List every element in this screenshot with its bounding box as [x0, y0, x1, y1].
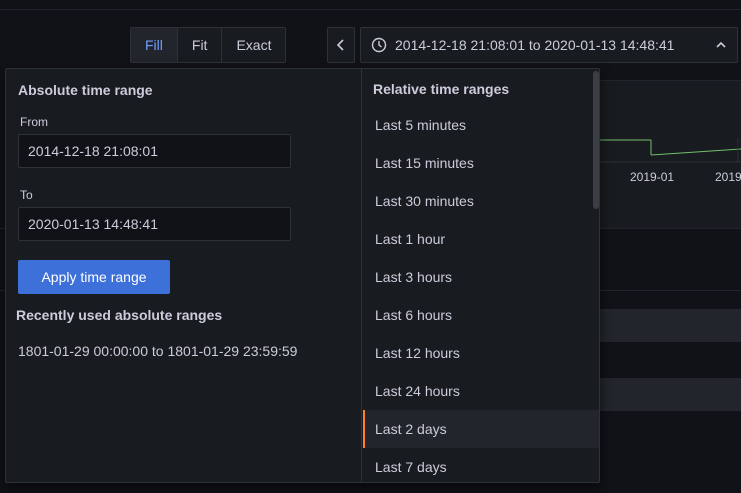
recent-range-item[interactable]: 1801-01-29 00:00:00 to 1801-01-29 23:59:…	[18, 343, 297, 359]
fill-mode-selector: Fill Fit Exact	[130, 27, 287, 63]
clock-icon	[371, 36, 389, 54]
relative-range-item[interactable]: Last 24 hours	[363, 372, 599, 410]
top-divider	[0, 0, 741, 10]
time-range-back-button[interactable]	[327, 27, 355, 63]
from-label: From	[20, 115, 48, 129]
x-axis-tick: 2019-01	[630, 170, 675, 184]
table-row	[590, 378, 741, 411]
x-axis-tick: 2019	[715, 170, 741, 184]
relative-range-item[interactable]: Last 15 minutes	[363, 144, 599, 182]
exact-button[interactable]: Exact	[222, 28, 285, 62]
absolute-range-section: Absolute time range From 2014-12-18 21:0…	[6, 69, 362, 482]
relative-range-item[interactable]: Last 3 hours	[363, 258, 599, 296]
to-input[interactable]: 2020-01-13 14:48:41	[18, 207, 291, 241]
relative-range-item-selected[interactable]: Last 2 days	[363, 410, 599, 448]
recent-ranges-title: Recently used absolute ranges	[16, 307, 223, 323]
relative-range-title: Relative time ranges	[373, 81, 510, 97]
time-range-label: 2014-12-18 21:08:01 to 2020-01-13 14:48:…	[395, 37, 675, 53]
relative-range-item[interactable]: Last 6 hours	[363, 296, 599, 334]
relative-range-item[interactable]: Last 12 hours	[363, 334, 599, 372]
relative-range-item[interactable]: Last 30 minutes	[363, 182, 599, 220]
fit-button[interactable]: Fit	[178, 28, 223, 62]
fill-button[interactable]: Fill	[131, 28, 178, 62]
absolute-range-title: Absolute time range	[18, 82, 153, 98]
apply-time-range-button[interactable]: Apply time range	[18, 260, 170, 294]
time-range-picker-button[interactable]: 2014-12-18 21:08:01 to 2020-01-13 14:48:…	[360, 27, 738, 63]
chevron-left-icon	[336, 39, 344, 51]
relative-range-item[interactable]: Last 1 hour	[363, 220, 599, 258]
from-input[interactable]: 2014-12-18 21:08:01	[18, 134, 291, 168]
to-label: To	[20, 188, 33, 202]
chevron-up-icon	[715, 38, 727, 54]
relative-range-item[interactable]: Last 5 minutes	[363, 106, 599, 144]
time-picker-dropdown: Absolute time range From 2014-12-18 21:0…	[5, 68, 600, 483]
relative-range-scrollbar[interactable]	[593, 71, 599, 209]
graph-series-line	[590, 138, 741, 163]
relative-range-section: Relative time ranges Last 5 minutes Last…	[363, 69, 599, 482]
table-row	[590, 309, 741, 342]
relative-range-item[interactable]: Last 7 days	[363, 448, 599, 482]
